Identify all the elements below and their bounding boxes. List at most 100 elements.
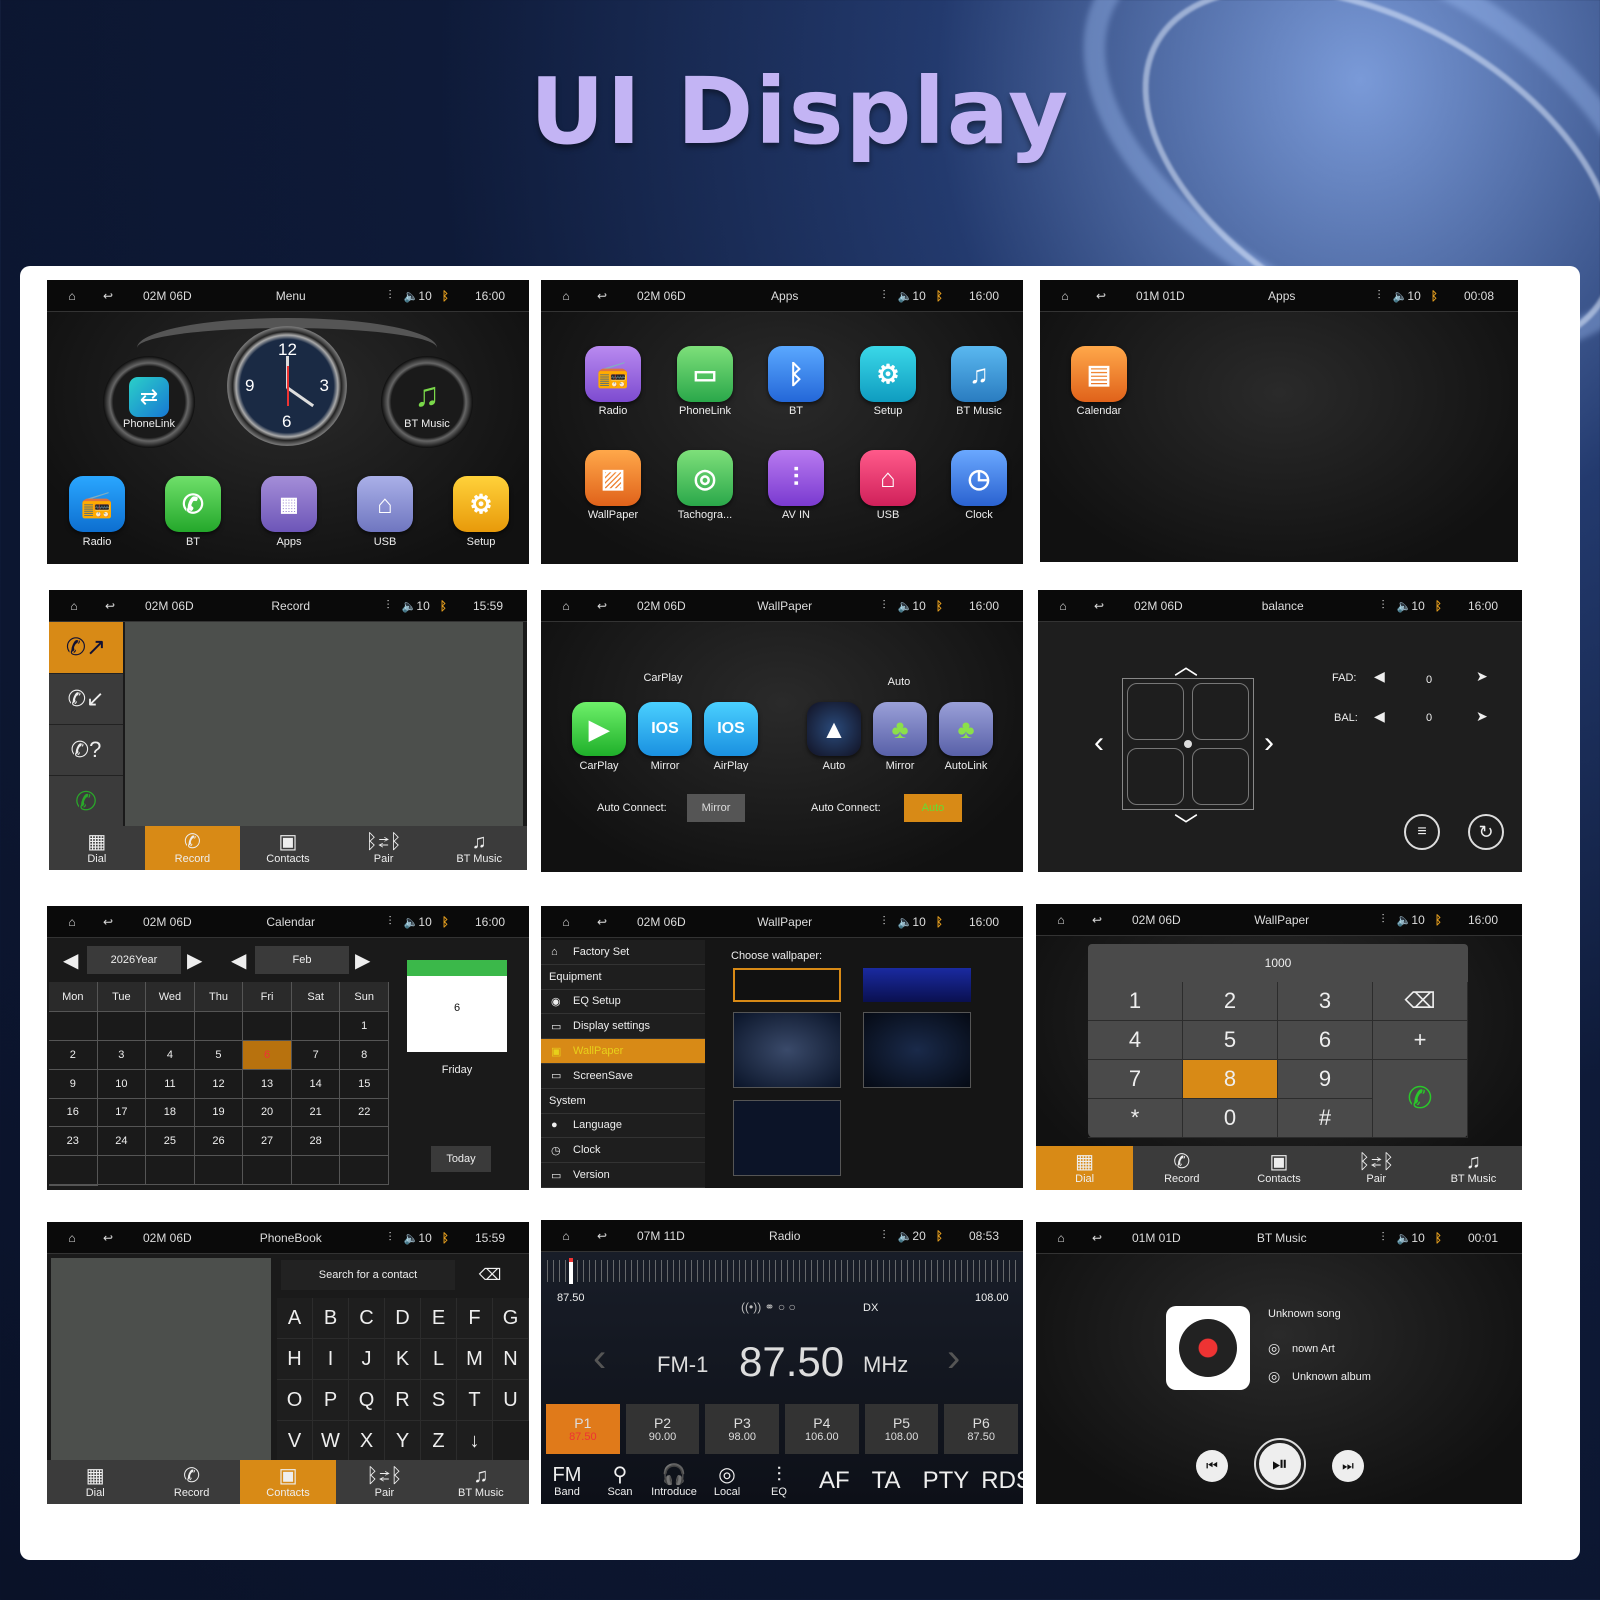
next-month-icon[interactable]: ▶: [355, 948, 370, 973]
rds-toggle[interactable]: RDS: [981, 1467, 1023, 1495]
back-icon[interactable]: ↩: [99, 1229, 117, 1247]
letter-key[interactable]: K: [385, 1339, 421, 1380]
calendar-day[interactable]: 21: [291, 1098, 341, 1128]
dial-key[interactable]: 5: [1183, 1021, 1278, 1060]
calendar-day[interactable]: [243, 1156, 292, 1185]
volume-icon[interactable]: 🔈10: [1396, 913, 1424, 927]
home-icon[interactable]: ⌂: [557, 287, 575, 305]
preset-button[interactable]: P3 98.00: [705, 1404, 780, 1454]
bt-app[interactable]: ✆: [165, 476, 221, 532]
autolink-app[interactable]: ♣: [939, 702, 993, 756]
home-icon[interactable]: ⌂: [1056, 287, 1074, 305]
volume-icon[interactable]: 🔈10: [403, 289, 431, 303]
wallpaper-thumb[interactable]: [863, 1012, 971, 1088]
avin-app[interactable]: ⫶: [768, 450, 824, 506]
calendar-day[interactable]: 11: [146, 1069, 195, 1099]
down-arrow-icon[interactable]: ﹀: [1174, 806, 1198, 841]
calendar-day[interactable]: 7: [291, 1040, 341, 1070]
incoming-calls-icon[interactable]: ✆↙: [49, 673, 123, 724]
home-icon[interactable]: ⌂: [63, 287, 81, 305]
wallpaper-thumb[interactable]: [733, 968, 841, 1002]
ta-toggle[interactable]: TA: [872, 1467, 901, 1495]
tab-contacts[interactable]: ▣ Contacts: [240, 826, 336, 870]
letter-key[interactable]: G: [493, 1298, 529, 1339]
letter-key[interactable]: B: [313, 1298, 349, 1339]
letter-key[interactable]: R: [385, 1380, 421, 1421]
local-button[interactable]: ◎ Local: [701, 1464, 753, 1498]
back-icon[interactable]: ↩: [99, 913, 117, 931]
eq-icon[interactable]: ⫶: [882, 598, 885, 613]
wallpaper-thumb[interactable]: [733, 1012, 841, 1088]
eq-icon[interactable]: ⫶: [882, 288, 885, 303]
calendar-day[interactable]: 28: [291, 1127, 341, 1157]
tab-contacts[interactable]: ▣ Contacts: [1230, 1146, 1327, 1190]
bt-app[interactable]: ᛒ: [768, 346, 824, 402]
home-icon[interactable]: ⌂: [1052, 1229, 1070, 1247]
phonelink-app[interactable]: ▭: [677, 346, 733, 402]
back-icon[interactable]: ↩: [593, 913, 611, 931]
sound-settings-icon[interactable]: ≡: [1404, 814, 1440, 850]
dial-key[interactable]: *: [1088, 1099, 1183, 1138]
home-icon[interactable]: ⌂: [557, 1227, 575, 1245]
preset-button[interactable]: P5 108.00: [864, 1404, 939, 1454]
calendar-day[interactable]: [146, 1156, 195, 1185]
volume-icon[interactable]: 🔈10: [897, 289, 925, 303]
radio-app[interactable]: 📻: [585, 346, 641, 402]
calendar-day[interactable]: [340, 1156, 389, 1185]
back-icon[interactable]: ↩: [101, 597, 119, 615]
tachograph-app[interactable]: ◎: [677, 450, 733, 506]
calendar-day[interactable]: 22: [340, 1098, 389, 1128]
tab-dial[interactable]: ▦ Dial: [49, 826, 145, 870]
btmusic-app[interactable]: ♫: [951, 346, 1007, 402]
calendar-day[interactable]: 23: [49, 1127, 98, 1157]
preset-button[interactable]: P4 106.00: [785, 1404, 859, 1454]
previous-track-icon[interactable]: ⏮: [1196, 1450, 1228, 1482]
dial-key[interactable]: +: [1373, 1021, 1468, 1060]
contact-search-input[interactable]: Search for a contact: [281, 1260, 455, 1290]
letter-key[interactable]: J: [349, 1339, 385, 1380]
eq-icon[interactable]: ⫶: [1381, 598, 1384, 613]
next-station-icon[interactable]: ›: [947, 1336, 960, 1381]
setup-app[interactable]: ⚙: [860, 346, 916, 402]
calendar-day[interactable]: 1: [340, 1012, 389, 1041]
settings-menu-item[interactable]: ▭ ScreenSave: [541, 1064, 705, 1089]
back-icon[interactable]: ↩: [593, 287, 611, 305]
missed-calls-icon[interactable]: ✆?: [49, 724, 123, 775]
back-icon[interactable]: ↩: [99, 287, 117, 305]
calendar-day[interactable]: 19: [194, 1098, 244, 1128]
dial-key[interactable]: #: [1278, 1099, 1373, 1138]
settings-menu-item[interactable]: ⌂ Factory Set: [541, 940, 705, 965]
ios-mirror-app[interactable]: IOS: [638, 702, 692, 756]
bal-right-arrow[interactable]: ➤: [1476, 708, 1488, 725]
preset-button[interactable]: P6 87.50: [944, 1404, 1019, 1454]
letter-key[interactable]: Z: [421, 1421, 457, 1462]
letter-key[interactable]: W: [313, 1421, 349, 1462]
eq-icon[interactable]: ⫶: [1377, 288, 1380, 303]
android-auto-app[interactable]: ▲: [807, 702, 861, 756]
back-icon[interactable]: ↩: [593, 597, 611, 615]
eq-button[interactable]: ⫶ EQ: [753, 1464, 805, 1498]
radio-app[interactable]: 📻: [69, 476, 125, 532]
wallpaper-thumb[interactable]: [733, 1100, 841, 1176]
fad-left-arrow[interactable]: ◀: [1374, 668, 1385, 685]
settings-menu-item[interactable]: ● Language: [541, 1114, 705, 1139]
volume-icon[interactable]: 🔈20: [897, 1229, 925, 1243]
volume-icon[interactable]: 🔈10: [403, 1231, 431, 1245]
calendar-day[interactable]: [146, 1012, 195, 1041]
tuner-needle[interactable]: [569, 1258, 573, 1284]
home-icon[interactable]: ⌂: [63, 913, 81, 931]
dial-key[interactable]: 1: [1088, 982, 1183, 1021]
calendar-day[interactable]: 25: [146, 1127, 195, 1157]
letter-key[interactable]: U: [493, 1380, 529, 1421]
calendar-day[interactable]: 4: [146, 1040, 195, 1070]
volume-icon[interactable]: 🔈10: [1396, 599, 1424, 613]
scan-button[interactable]: ⚲ Scan: [593, 1464, 647, 1498]
calendar-day[interactable]: 26: [194, 1127, 244, 1157]
tab-record[interactable]: ✆ Record: [1133, 1146, 1230, 1190]
volume-icon[interactable]: 🔈10: [897, 599, 925, 613]
settings-menu-item[interactable]: ▭ Display settings: [541, 1014, 705, 1040]
letter-key[interactable]: M: [457, 1339, 493, 1380]
delete-icon[interactable]: ⌫: [475, 1264, 505, 1286]
usb-app[interactable]: ⌂: [860, 450, 916, 506]
back-icon[interactable]: ↩: [1088, 1229, 1106, 1247]
